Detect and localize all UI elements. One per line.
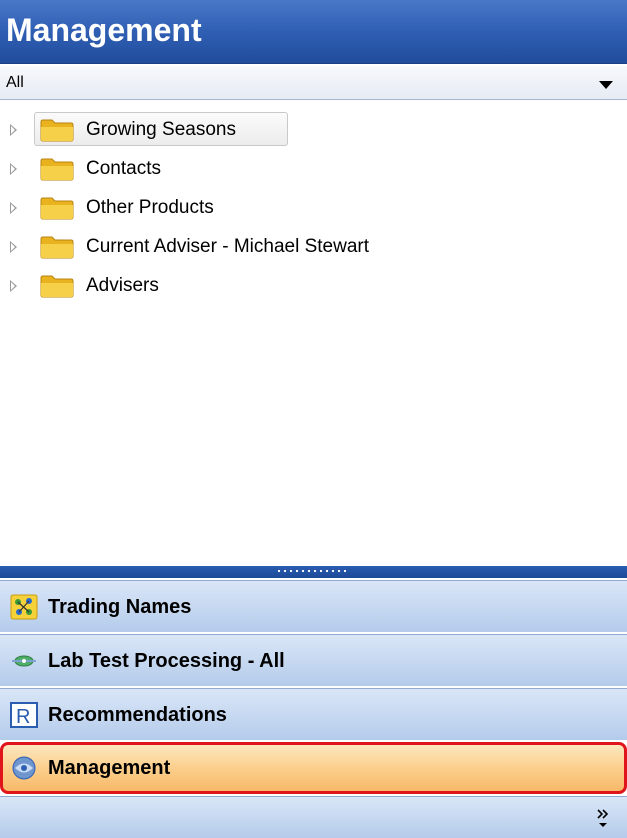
expand-arrow-icon[interactable]: [10, 202, 17, 214]
chevron-down-icon[interactable]: [599, 81, 613, 89]
tree-item-label: Growing Seasons: [86, 119, 236, 140]
expand-arrow-icon[interactable]: [10, 280, 17, 292]
trading-names-icon: [10, 594, 38, 620]
tree-item-label: Contacts: [86, 158, 161, 179]
folder-icon: [40, 236, 74, 259]
panel-title: Management: [6, 12, 202, 48]
recommendations-icon: R: [10, 702, 38, 728]
filter-value: All: [6, 74, 24, 91]
folder-icon: [40, 275, 74, 298]
tree-item-label: Other Products: [86, 197, 214, 218]
management-icon: [12, 756, 36, 780]
tree-item-current-adviser[interactable]: Current Adviser - Michael Stewart: [0, 229, 627, 263]
nav-button-management[interactable]: Management: [0, 742, 627, 794]
tree-item-label: Current Adviser - Michael Stewart: [86, 236, 369, 257]
grip-handle-icon[interactable]: [276, 569, 348, 573]
nav-button-lab-test-processing[interactable]: Lab Test Processing - All: [0, 634, 627, 686]
nav-button-trading-names[interactable]: Trading Names: [0, 580, 627, 632]
tree-view: Growing Seasons Contacts Other Products …: [0, 106, 627, 564]
lab-test-icon: [12, 655, 36, 667]
tree-item-contacts[interactable]: Contacts: [0, 151, 627, 185]
tree-item-growing-seasons[interactable]: Growing Seasons: [0, 112, 627, 146]
tree-item-advisers[interactable]: Advisers: [0, 268, 627, 302]
expand-arrow-icon[interactable]: [10, 124, 17, 136]
folder-icon: [40, 197, 74, 220]
nav-button-recommendations[interactable]: R Recommendations: [0, 688, 627, 740]
nav-label: Recommendations: [48, 704, 227, 726]
filter-dropdown[interactable]: All: [0, 66, 627, 100]
nav-label: Lab Test Processing - All: [48, 650, 285, 672]
panel-header: Management: [0, 0, 627, 64]
folder-icon: [40, 158, 74, 181]
nav-label: Management: [48, 757, 171, 779]
expand-arrow-icon[interactable]: [10, 163, 17, 175]
configure-buttons-icon[interactable]: [595, 807, 611, 829]
tree-item-other-products[interactable]: Other Products: [0, 190, 627, 224]
svg-text:R: R: [16, 706, 30, 728]
tree-item-label: Advisers: [86, 275, 159, 296]
folder-icon: [40, 119, 74, 142]
expand-arrow-icon[interactable]: [10, 241, 17, 253]
pane-splitter[interactable]: [0, 566, 627, 578]
nav-label: Trading Names: [48, 596, 192, 618]
nav-footer: [0, 796, 627, 838]
